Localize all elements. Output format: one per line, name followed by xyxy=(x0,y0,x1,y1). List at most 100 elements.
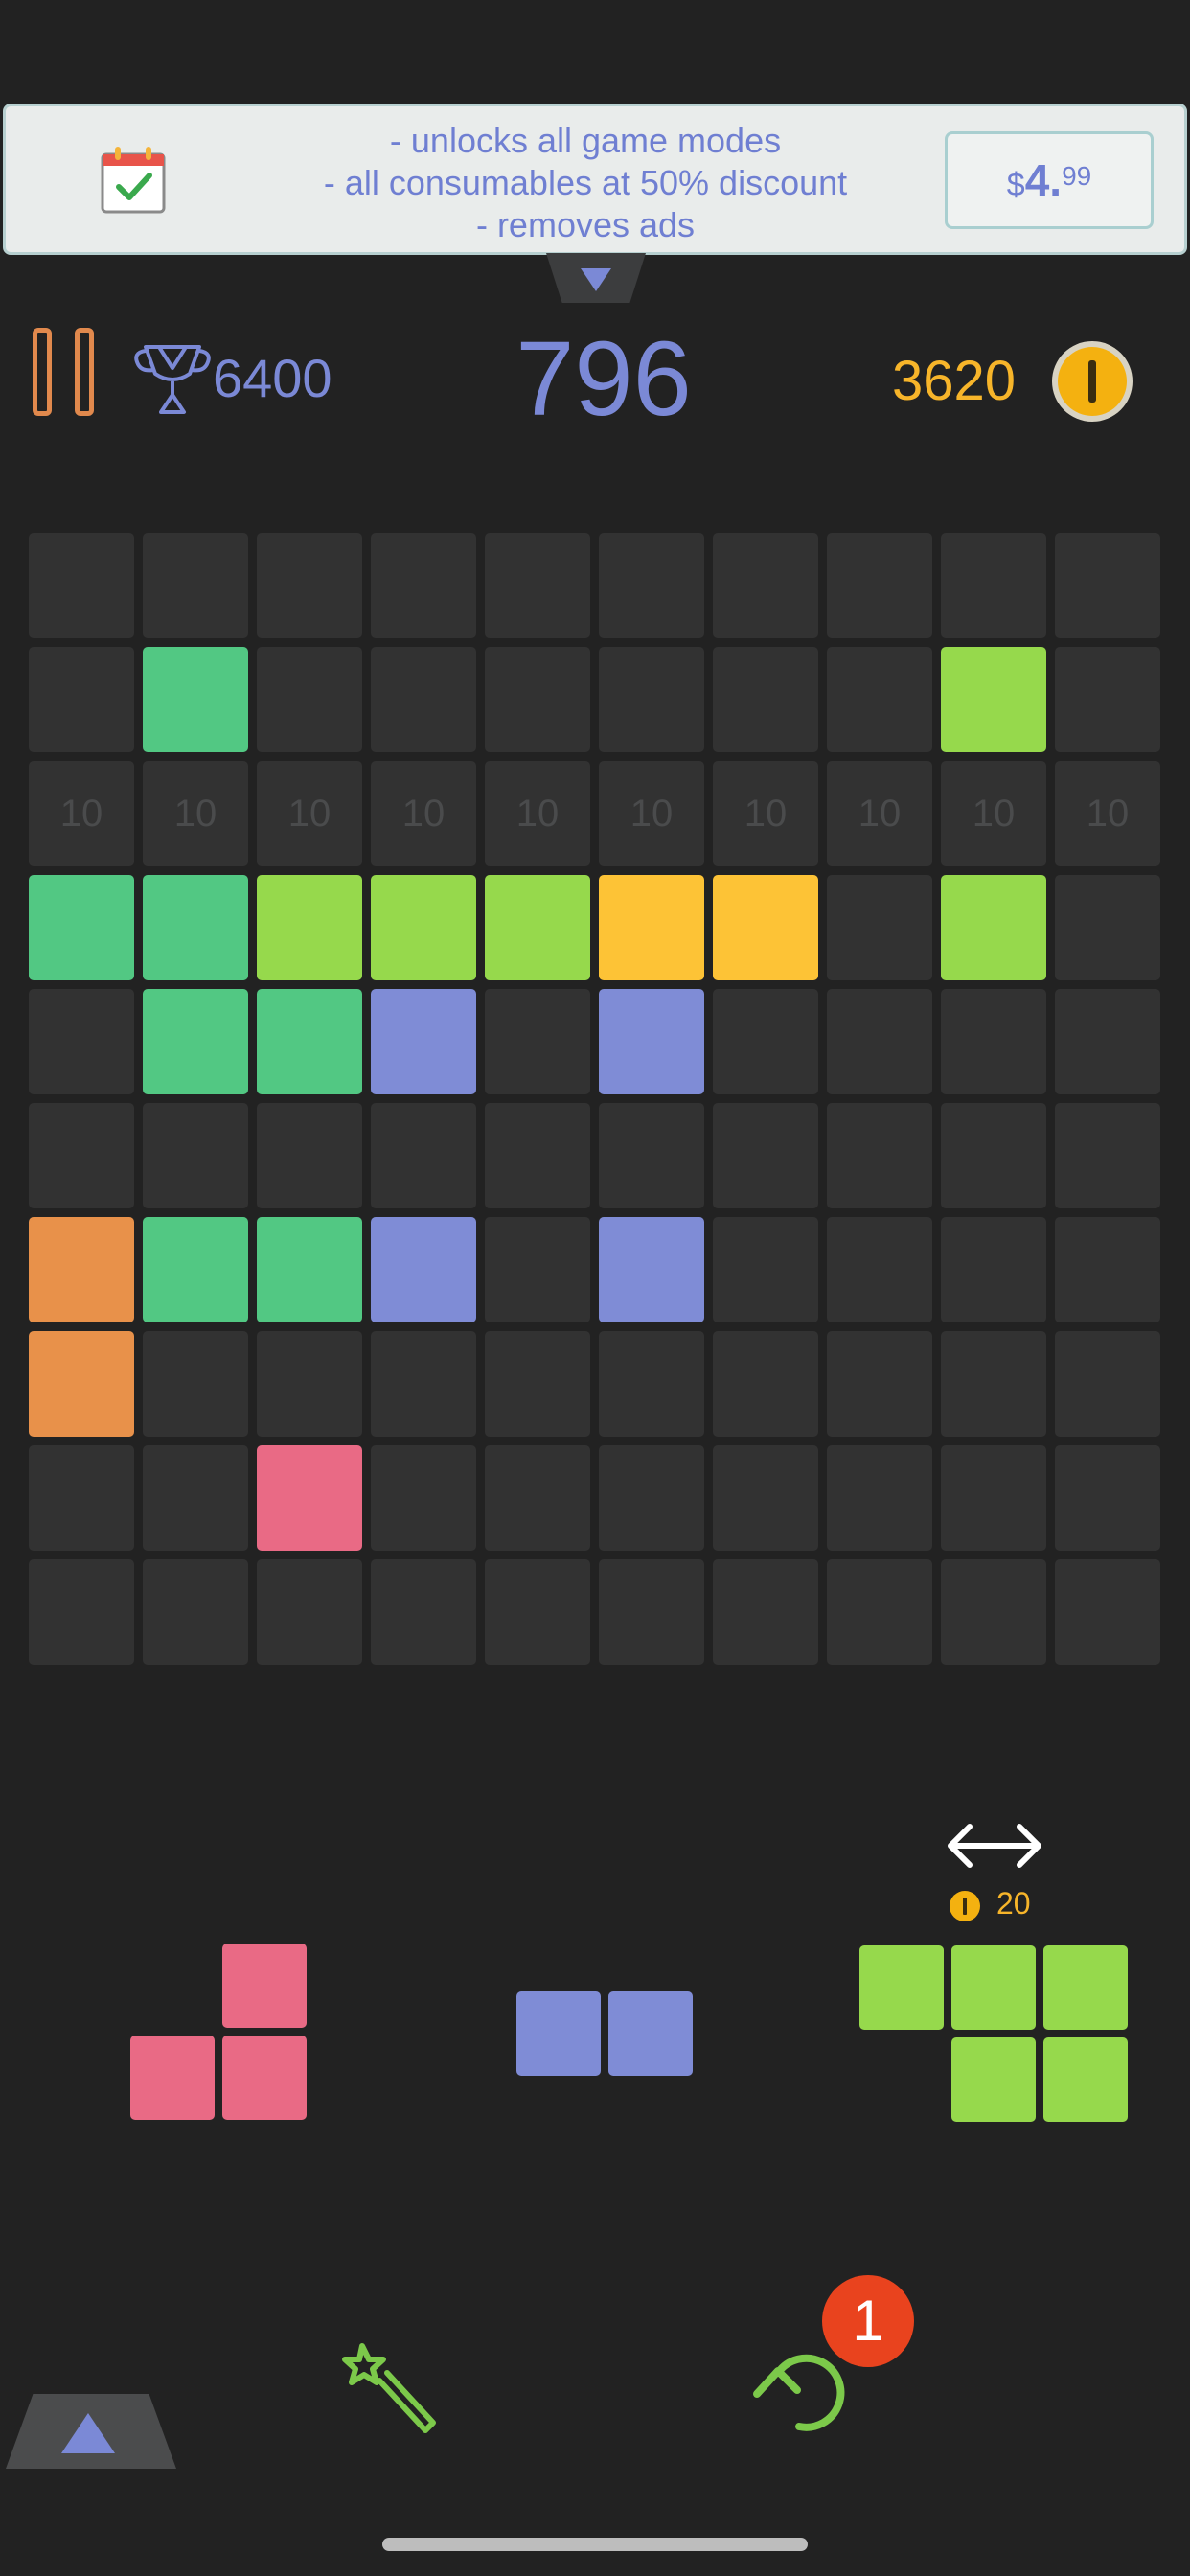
empty-cell[interactable] xyxy=(143,1331,248,1437)
empty-cell[interactable] xyxy=(713,533,818,638)
home-indicator[interactable] xyxy=(382,2538,808,2551)
empty-cell[interactable] xyxy=(713,1103,818,1208)
empty-cell[interactable] xyxy=(827,1331,932,1437)
filled-cell-green[interactable] xyxy=(29,875,134,980)
empty-cell[interactable] xyxy=(1055,1331,1160,1437)
empty-cell[interactable] xyxy=(371,647,476,752)
empty-cell[interactable] xyxy=(713,1445,818,1551)
empty-cell[interactable] xyxy=(1055,1445,1160,1551)
row-clear-marker[interactable]: 10 xyxy=(485,761,590,866)
filled-cell-lime[interactable] xyxy=(257,875,362,980)
empty-cell[interactable] xyxy=(29,1559,134,1665)
row-clear-marker[interactable]: 10 xyxy=(713,761,818,866)
empty-cell[interactable] xyxy=(29,1445,134,1551)
empty-cell[interactable] xyxy=(827,1445,932,1551)
empty-cell[interactable] xyxy=(1055,989,1160,1094)
piece-block[interactable] xyxy=(1043,1945,1128,2030)
empty-cell[interactable] xyxy=(827,647,932,752)
empty-cell[interactable] xyxy=(485,1559,590,1665)
empty-cell[interactable] xyxy=(941,533,1046,638)
empty-cell[interactable] xyxy=(371,533,476,638)
piece-block[interactable] xyxy=(222,1944,307,2028)
game-board[interactable]: 10 10 10 10 10 10 10 10 10 10 xyxy=(29,533,1163,1668)
collapse-banner-button[interactable] xyxy=(546,253,646,303)
empty-cell[interactable] xyxy=(143,1445,248,1551)
row-clear-marker[interactable]: 10 xyxy=(371,761,476,866)
empty-cell[interactable] xyxy=(485,1445,590,1551)
empty-cell[interactable] xyxy=(257,1331,362,1437)
empty-cell[interactable] xyxy=(1055,533,1160,638)
filled-cell-green[interactable] xyxy=(143,1217,248,1322)
empty-cell[interactable] xyxy=(827,533,932,638)
empty-cell[interactable] xyxy=(143,533,248,638)
filled-cell-orange[interactable] xyxy=(29,1217,134,1322)
filled-cell-blue[interactable] xyxy=(599,989,704,1094)
piece-block[interactable] xyxy=(951,1945,1036,2030)
filled-cell-yellow[interactable] xyxy=(713,875,818,980)
empty-cell[interactable] xyxy=(485,533,590,638)
purchase-button[interactable]: $4.99 xyxy=(945,131,1154,229)
row-clear-marker[interactable]: 10 xyxy=(143,761,248,866)
row-clear-marker[interactable]: 10 xyxy=(257,761,362,866)
empty-cell[interactable] xyxy=(827,875,932,980)
empty-cell[interactable] xyxy=(1055,647,1160,752)
row-clear-marker[interactable]: 10 xyxy=(941,761,1046,866)
piece-block[interactable] xyxy=(130,2036,215,2120)
empty-cell[interactable] xyxy=(1055,1217,1160,1322)
pause-button[interactable] xyxy=(33,328,96,418)
empty-cell[interactable] xyxy=(257,1559,362,1665)
piece-block[interactable] xyxy=(951,2037,1036,2122)
filled-cell-lime[interactable] xyxy=(941,647,1046,752)
empty-cell[interactable] xyxy=(941,1331,1046,1437)
piece-block[interactable] xyxy=(608,1991,693,2076)
empty-cell[interactable] xyxy=(257,533,362,638)
filled-cell-lime[interactable] xyxy=(371,875,476,980)
row-clear-marker[interactable]: 10 xyxy=(827,761,932,866)
empty-cell[interactable] xyxy=(713,1217,818,1322)
empty-cell[interactable] xyxy=(1055,1559,1160,1665)
empty-cell[interactable] xyxy=(257,1103,362,1208)
row-clear-marker[interactable]: 10 xyxy=(1055,761,1160,866)
empty-cell[interactable] xyxy=(599,1445,704,1551)
empty-cell[interactable] xyxy=(29,1103,134,1208)
promo-banner[interactable]: - unlocks all game modes - all consumabl… xyxy=(3,104,1187,255)
empty-cell[interactable] xyxy=(485,1331,590,1437)
empty-cell[interactable] xyxy=(371,1331,476,1437)
filled-cell-yellow[interactable] xyxy=(599,875,704,980)
empty-cell[interactable] xyxy=(827,1103,932,1208)
row-clear-marker[interactable]: 10 xyxy=(29,761,134,866)
empty-cell[interactable] xyxy=(1055,875,1160,980)
empty-cell[interactable] xyxy=(713,1331,818,1437)
empty-cell[interactable] xyxy=(713,989,818,1094)
empty-cell[interactable] xyxy=(941,989,1046,1094)
double-arrow-icon[interactable] xyxy=(945,1813,1044,1880)
empty-cell[interactable] xyxy=(599,1559,704,1665)
empty-cell[interactable] xyxy=(713,647,818,752)
empty-cell[interactable] xyxy=(941,1217,1046,1322)
empty-cell[interactable] xyxy=(29,533,134,638)
empty-cell[interactable] xyxy=(29,647,134,752)
empty-cell[interactable] xyxy=(485,1103,590,1208)
empty-cell[interactable] xyxy=(827,1217,932,1322)
empty-cell[interactable] xyxy=(599,1331,704,1437)
empty-cell[interactable] xyxy=(599,647,704,752)
empty-cell[interactable] xyxy=(713,1559,818,1665)
empty-cell[interactable] xyxy=(143,1103,248,1208)
magic-wand-icon[interactable] xyxy=(341,2338,445,2442)
empty-cell[interactable] xyxy=(257,647,362,752)
row-clear-marker[interactable]: 10 xyxy=(599,761,704,866)
filled-cell-green[interactable] xyxy=(143,875,248,980)
coin-shop-icon[interactable] xyxy=(1050,339,1134,424)
filled-cell-orange[interactable] xyxy=(29,1331,134,1437)
filled-cell-blue[interactable] xyxy=(371,989,476,1094)
empty-cell[interactable] xyxy=(941,1103,1046,1208)
empty-cell[interactable] xyxy=(599,1103,704,1208)
piece-block[interactable] xyxy=(1043,2037,1128,2122)
empty-cell[interactable] xyxy=(371,1103,476,1208)
empty-cell[interactable] xyxy=(143,1559,248,1665)
empty-cell[interactable] xyxy=(29,989,134,1094)
empty-cell[interactable] xyxy=(485,1217,590,1322)
expand-menu-button[interactable] xyxy=(6,2394,176,2469)
empty-cell[interactable] xyxy=(1055,1103,1160,1208)
filled-cell-green[interactable] xyxy=(257,1217,362,1322)
